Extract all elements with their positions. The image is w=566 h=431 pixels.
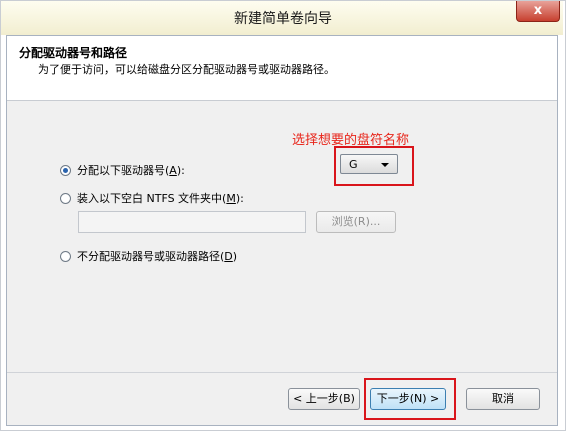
close-icon: x: [533, 3, 543, 18]
radio-mount-folder-label: 装入以下空白 NTFS 文件夹中(M):: [77, 192, 244, 205]
close-button[interactable]: x: [516, 1, 560, 22]
radio-mount-folder[interactable]: 装入以下空白 NTFS 文件夹中(M):: [60, 190, 244, 206]
radio-checked-icon: [60, 164, 71, 176]
drive-letter-value: G: [349, 158, 358, 171]
folder-path-input[interactable]: [78, 211, 306, 233]
cancel-button[interactable]: 取消: [466, 388, 540, 410]
window-title: 新建简单卷向导: [234, 11, 332, 27]
back-button[interactable]: < 上一步(B): [288, 388, 360, 410]
radio-unchecked-icon: [60, 250, 71, 262]
page-subtitle: 为了便于访问，可以给磁盘分区分配驱动器号或驱动器路径。: [38, 63, 335, 76]
radio-no-assign-label: 不分配驱动器号或驱动器路径(D): [77, 250, 238, 263]
browse-button[interactable]: 浏览(R)...: [316, 211, 396, 233]
footer-separator: [7, 372, 557, 373]
radio-assign-letter-label: 分配以下驱动器号(A):: [77, 164, 185, 177]
drive-letter-select[interactable]: G: [340, 154, 398, 174]
radio-unchecked-icon: [60, 192, 71, 204]
page-title: 分配驱动器号和路径: [19, 46, 128, 60]
chevron-down-icon: [381, 163, 389, 167]
next-button[interactable]: 下一步(N) >: [370, 388, 446, 410]
radio-assign-letter[interactable]: 分配以下驱动器号(A):: [60, 162, 185, 178]
radio-no-assign[interactable]: 不分配驱动器号或驱动器路径(D): [60, 248, 237, 264]
wizard-header: 分配驱动器号和路径 为了便于访问，可以给磁盘分区分配驱动器号或驱动器路径。: [7, 36, 557, 101]
